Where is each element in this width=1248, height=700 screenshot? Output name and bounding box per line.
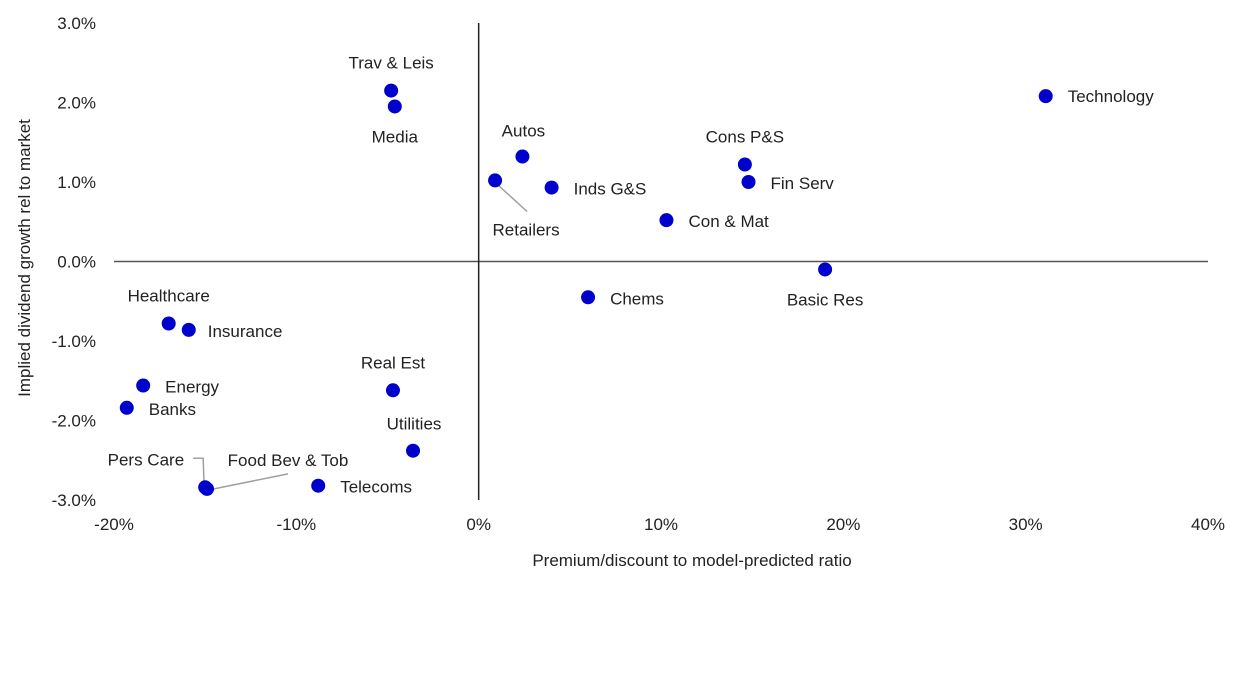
point-trav-and-leis (384, 83, 399, 98)
x-tick-label: 20% (826, 515, 860, 534)
point-banks (119, 400, 134, 415)
point-labels: Technology Trav & Leis Media Autos Retailers… (108, 54, 1155, 497)
scatter-chart: -20% -10% 0% 10% 20% 30% 40% 3.0% 2.0% 1.0% 0.0% -… (15, 14, 1225, 570)
label-con-and-mat: Con & Mat (688, 212, 769, 231)
y-tick-label: 2.0% (57, 94, 96, 113)
label-technology: Technology (1068, 87, 1155, 106)
label-autos: Autos (502, 122, 545, 141)
point-retailers (488, 173, 503, 188)
point-fin-serv (741, 175, 756, 189)
label-food-bev-and-tob: Food Bev & Tob (228, 451, 349, 470)
point-basic-res (818, 262, 833, 277)
point-con-and-mat (659, 213, 674, 228)
label-banks: Banks (149, 400, 196, 419)
label-basic-res: Basic Res (787, 290, 864, 309)
x-tick-label: -20% (94, 515, 134, 534)
y-tick-label: 3.0% (57, 14, 96, 33)
label-telecoms: Telecoms (340, 478, 412, 497)
y-axis-title: Implied dividend growth rel to market (15, 119, 34, 397)
x-tick-label: 30% (1009, 515, 1043, 534)
label-inds-gands: Inds G&S (574, 180, 647, 199)
label-insurance: Insurance (208, 322, 283, 341)
label-chems: Chems (610, 289, 664, 308)
x-tick-label: 10% (644, 515, 678, 534)
data-points (119, 83, 1053, 496)
x-tick-label: 40% (1191, 515, 1225, 534)
label-trav-and-leis: Trav & Leis (348, 54, 433, 73)
point-food-bev-and-tob (199, 481, 214, 496)
label-retailers: Retailers (493, 220, 560, 239)
point-autos (515, 149, 530, 164)
point-chems (581, 290, 596, 305)
x-tick-label: -10% (276, 515, 316, 534)
label-energy: Energy (165, 378, 219, 397)
label-utilities: Utilities (387, 415, 442, 434)
point-healthcare (161, 316, 176, 331)
x-tick-labels: -20% -10% 0% 10% 20% 30% 40% (94, 515, 1225, 534)
point-media (387, 99, 402, 114)
point-real-est (385, 383, 400, 398)
point-technology (1038, 89, 1053, 104)
y-tick-label: 1.0% (57, 173, 96, 192)
label-healthcare: Healthcare (128, 287, 210, 306)
point-cons-pands (737, 157, 752, 172)
leader-line-food-bev-and-tob (208, 473, 289, 491)
y-tick-labels: 3.0% 2.0% 1.0% 0.0% -1.0% -2.0% -3.0% (52, 14, 96, 510)
x-tick-label: 0% (466, 515, 491, 534)
label-media: Media (372, 127, 419, 146)
x-axis-title: Premium/discount to model-predicted rati… (532, 551, 851, 570)
point-energy (136, 378, 151, 393)
y-tick-label: 0.0% (57, 253, 96, 272)
y-tick-label: -1.0% (52, 332, 96, 351)
point-insurance (181, 322, 196, 337)
point-inds-gands (544, 180, 559, 195)
point-telecoms (311, 478, 326, 493)
y-tick-label: -3.0% (52, 491, 96, 510)
label-cons-pands: Cons P&S (706, 128, 784, 147)
label-fin-serv: Fin Serv (771, 174, 835, 193)
leader-line-retailers (494, 181, 528, 212)
label-real-est: Real Est (361, 353, 426, 372)
point-utilities (406, 443, 421, 458)
y-tick-label: -2.0% (52, 412, 96, 431)
label-pers-care: Pers Care (108, 450, 185, 469)
